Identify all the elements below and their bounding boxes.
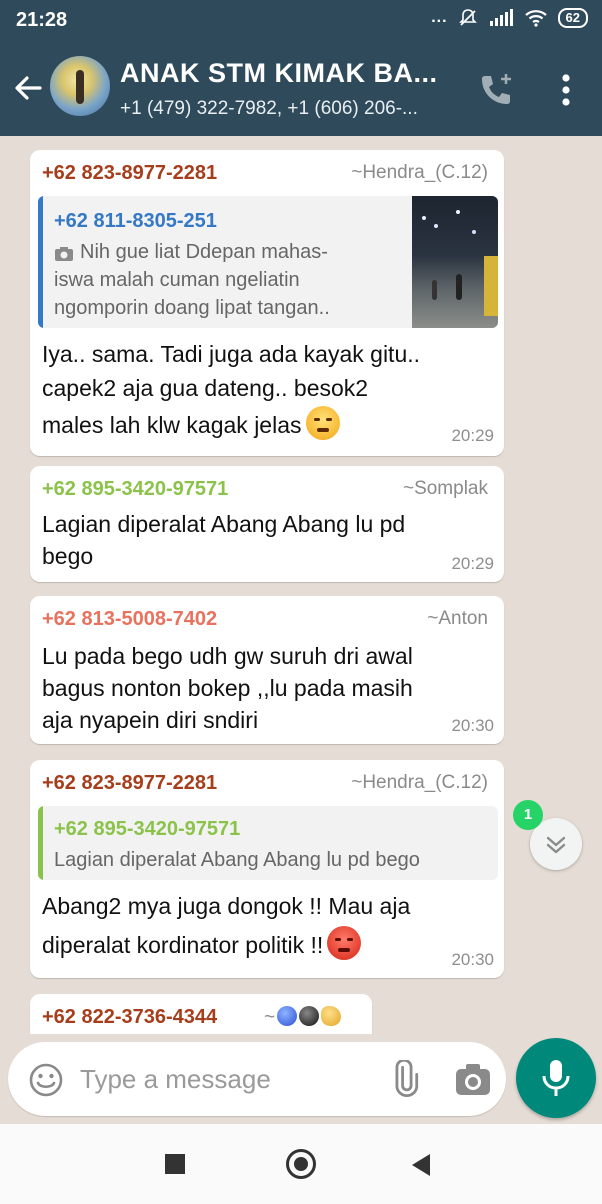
message-sender: +62 813-5008-7402 — [42, 608, 218, 630]
more-vert-icon[interactable] — [556, 72, 576, 108]
mute-icon — [458, 9, 477, 26]
message-text-line: bagus nonton bokep ,,lu pada masih — [42, 675, 413, 701]
message-list[interactable]: +62 823-8977-2281 ~Hendra_(C.12) +62 811… — [0, 136, 602, 1034]
message-text: males lah klw kagak jelas — [42, 412, 302, 438]
black-circle-emoji — [299, 1006, 320, 1026]
status-bar: 21:28 ... 62 — [0, 0, 602, 40]
message-text-line: Lagian diperalat Abang Abang lu pd — [42, 511, 406, 537]
message-text-line: aja nyapein diri sndiri — [42, 707, 259, 733]
camera-icon[interactable] — [454, 1062, 492, 1098]
message-push-name: ~Hendra_(C.12) — [351, 162, 488, 183]
quote-thumbnail — [412, 196, 498, 328]
message-sender: +62 823-8977-2281 — [42, 162, 218, 184]
battery-icon: 62 — [557, 8, 588, 28]
signal-dots: ... — [431, 9, 448, 26]
message-time: 20:30 — [451, 716, 494, 735]
message-sender: +62 822-3736-4344 — [42, 1006, 218, 1028]
message-composer — [8, 1042, 506, 1116]
message-bubble[interactable]: +62 813-5008-7402 ~Anton Lu pada bego ud… — [30, 596, 504, 744]
emoji-icon[interactable] — [28, 1062, 64, 1098]
status-time: 21:28 — [16, 9, 68, 31]
mic-icon — [542, 1060, 570, 1096]
home-button[interactable] — [286, 1149, 316, 1179]
quote-text-line: Lagian diperalat Abang Abang lu pd bego — [54, 849, 420, 871]
quoted-message[interactable]: +62 811-8305-251 Nih gue liat Ddepan mah… — [38, 196, 498, 328]
back-arrow-icon[interactable] — [10, 70, 46, 106]
wifi-icon — [524, 10, 547, 27]
pouting-face-emoji — [327, 926, 362, 960]
quote-bar — [38, 806, 43, 880]
quote-text-line: ngomporin doang lipat tangan.. — [54, 297, 330, 319]
message-bubble[interactable]: +62 823-8977-2281 ~Hendra_(C.12) +62 895… — [30, 760, 504, 978]
recent-apps-button[interactable] — [165, 1154, 185, 1174]
clapping-hands-emoji — [321, 1006, 342, 1026]
quote-text-line: iswa malah cuman ngeliatin — [54, 269, 300, 291]
quoted-message[interactable]: +62 895-3420-97571 Lagian diperalat Aban… — [38, 806, 498, 880]
message-bubble[interactable]: +62 822-3736-4344 ~ — [30, 994, 372, 1034]
blue-circle-emoji — [277, 1006, 298, 1026]
message-push-name: ~Anton — [427, 608, 488, 629]
system-nav-bar — [0, 1124, 602, 1204]
push-name-text: ~ — [264, 1007, 276, 1028]
message-push-name: ~ — [264, 1006, 342, 1029]
status-icons: ... 62 — [431, 8, 588, 28]
message-text-line: Lu pada bego udh gw suruh dri awal — [42, 643, 413, 669]
chat-header: ANAK STM KIMAK BA... +1 (479) 322-7982, … — [0, 40, 602, 136]
quote-sender: +62 895-3420-97571 — [54, 818, 241, 840]
quote-bar — [38, 196, 43, 328]
system-back-button[interactable] — [412, 1154, 430, 1176]
message-push-name: ~Somplak — [402, 478, 488, 499]
add-call-icon[interactable] — [476, 70, 516, 110]
message-time: 20:29 — [451, 554, 494, 573]
quote-sender: +62 811-8305-251 — [54, 210, 217, 232]
message-text-line: capek2 aja gua dateng.. besok2 — [42, 375, 369, 401]
message-push-name: ~Hendra_(C.12) — [351, 772, 488, 793]
message-time: 20:30 — [451, 950, 494, 969]
camera-icon — [55, 247, 73, 261]
message-bubble[interactable]: +62 823-8977-2281 ~Hendra_(C.12) +62 811… — [30, 150, 504, 456]
message-text-line: Iya.. sama. Tadi juga ada kayak gitu.. — [42, 341, 421, 367]
message-text-line-with-emoji: males lah klw kagak jelas — [42, 406, 340, 441]
message-text-line-with-emoji: diperalat kordinator politik !! — [42, 926, 362, 961]
message-text-line: bego — [42, 543, 94, 569]
message-text-line: Abang2 mya juga dongok !! Mau aja — [42, 893, 411, 919]
message-input[interactable] — [80, 1058, 370, 1100]
mic-button[interactable] — [516, 1038, 596, 1118]
face-with-steam-emoji — [305, 406, 340, 440]
quote-text-line: Nih gue liat Ddepan mahas- — [80, 241, 328, 263]
unread-count-badge: 1 — [513, 800, 543, 830]
message-sender: +62 895-3420-97571 — [42, 478, 229, 500]
message-time: 20:29 — [451, 426, 494, 445]
message-sender: +62 823-8977-2281 — [42, 772, 218, 794]
chat-subtitle[interactable]: +1 (479) 322-7982, +1 (606) 206-... — [120, 98, 418, 120]
attach-icon[interactable] — [384, 1060, 424, 1100]
chat-title[interactable]: ANAK STM KIMAK BA... — [120, 58, 437, 89]
message-bubble[interactable]: +62 895-3420-97571 ~Somplak Lagian diper… — [30, 466, 504, 582]
signal-icon — [489, 9, 513, 26]
message-text: diperalat kordinator politik !! — [42, 932, 324, 958]
group-avatar[interactable] — [50, 56, 110, 116]
